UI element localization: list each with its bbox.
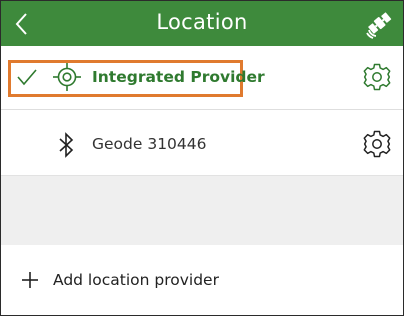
gear-icon[interactable] [362, 62, 392, 92]
bluetooth-icon [59, 132, 74, 158]
provider-row-integrated[interactable]: Integrated Provider [1, 46, 403, 109]
location-screen: Location Integrated Provider Geode 31044… [0, 0, 404, 316]
checkmark-icon [17, 69, 37, 86]
nav-bar: Location [1, 1, 403, 46]
add-provider-row[interactable]: Add location provider [1, 245, 403, 315]
gear-icon[interactable] [362, 129, 392, 159]
provider-label: Integrated Provider [92, 68, 265, 86]
section-separator [1, 175, 403, 246]
provider-row-geode[interactable]: Geode 310446 [1, 109, 403, 176]
satellite-icon [366, 12, 392, 39]
plus-icon [22, 272, 38, 288]
page-title: Location [156, 10, 248, 34]
target-crosshair-icon [53, 63, 81, 91]
add-location-provider-link[interactable]: Add location provider [53, 271, 219, 289]
satellite-status-button[interactable] [364, 9, 394, 39]
provider-label: Geode 310446 [92, 135, 207, 153]
